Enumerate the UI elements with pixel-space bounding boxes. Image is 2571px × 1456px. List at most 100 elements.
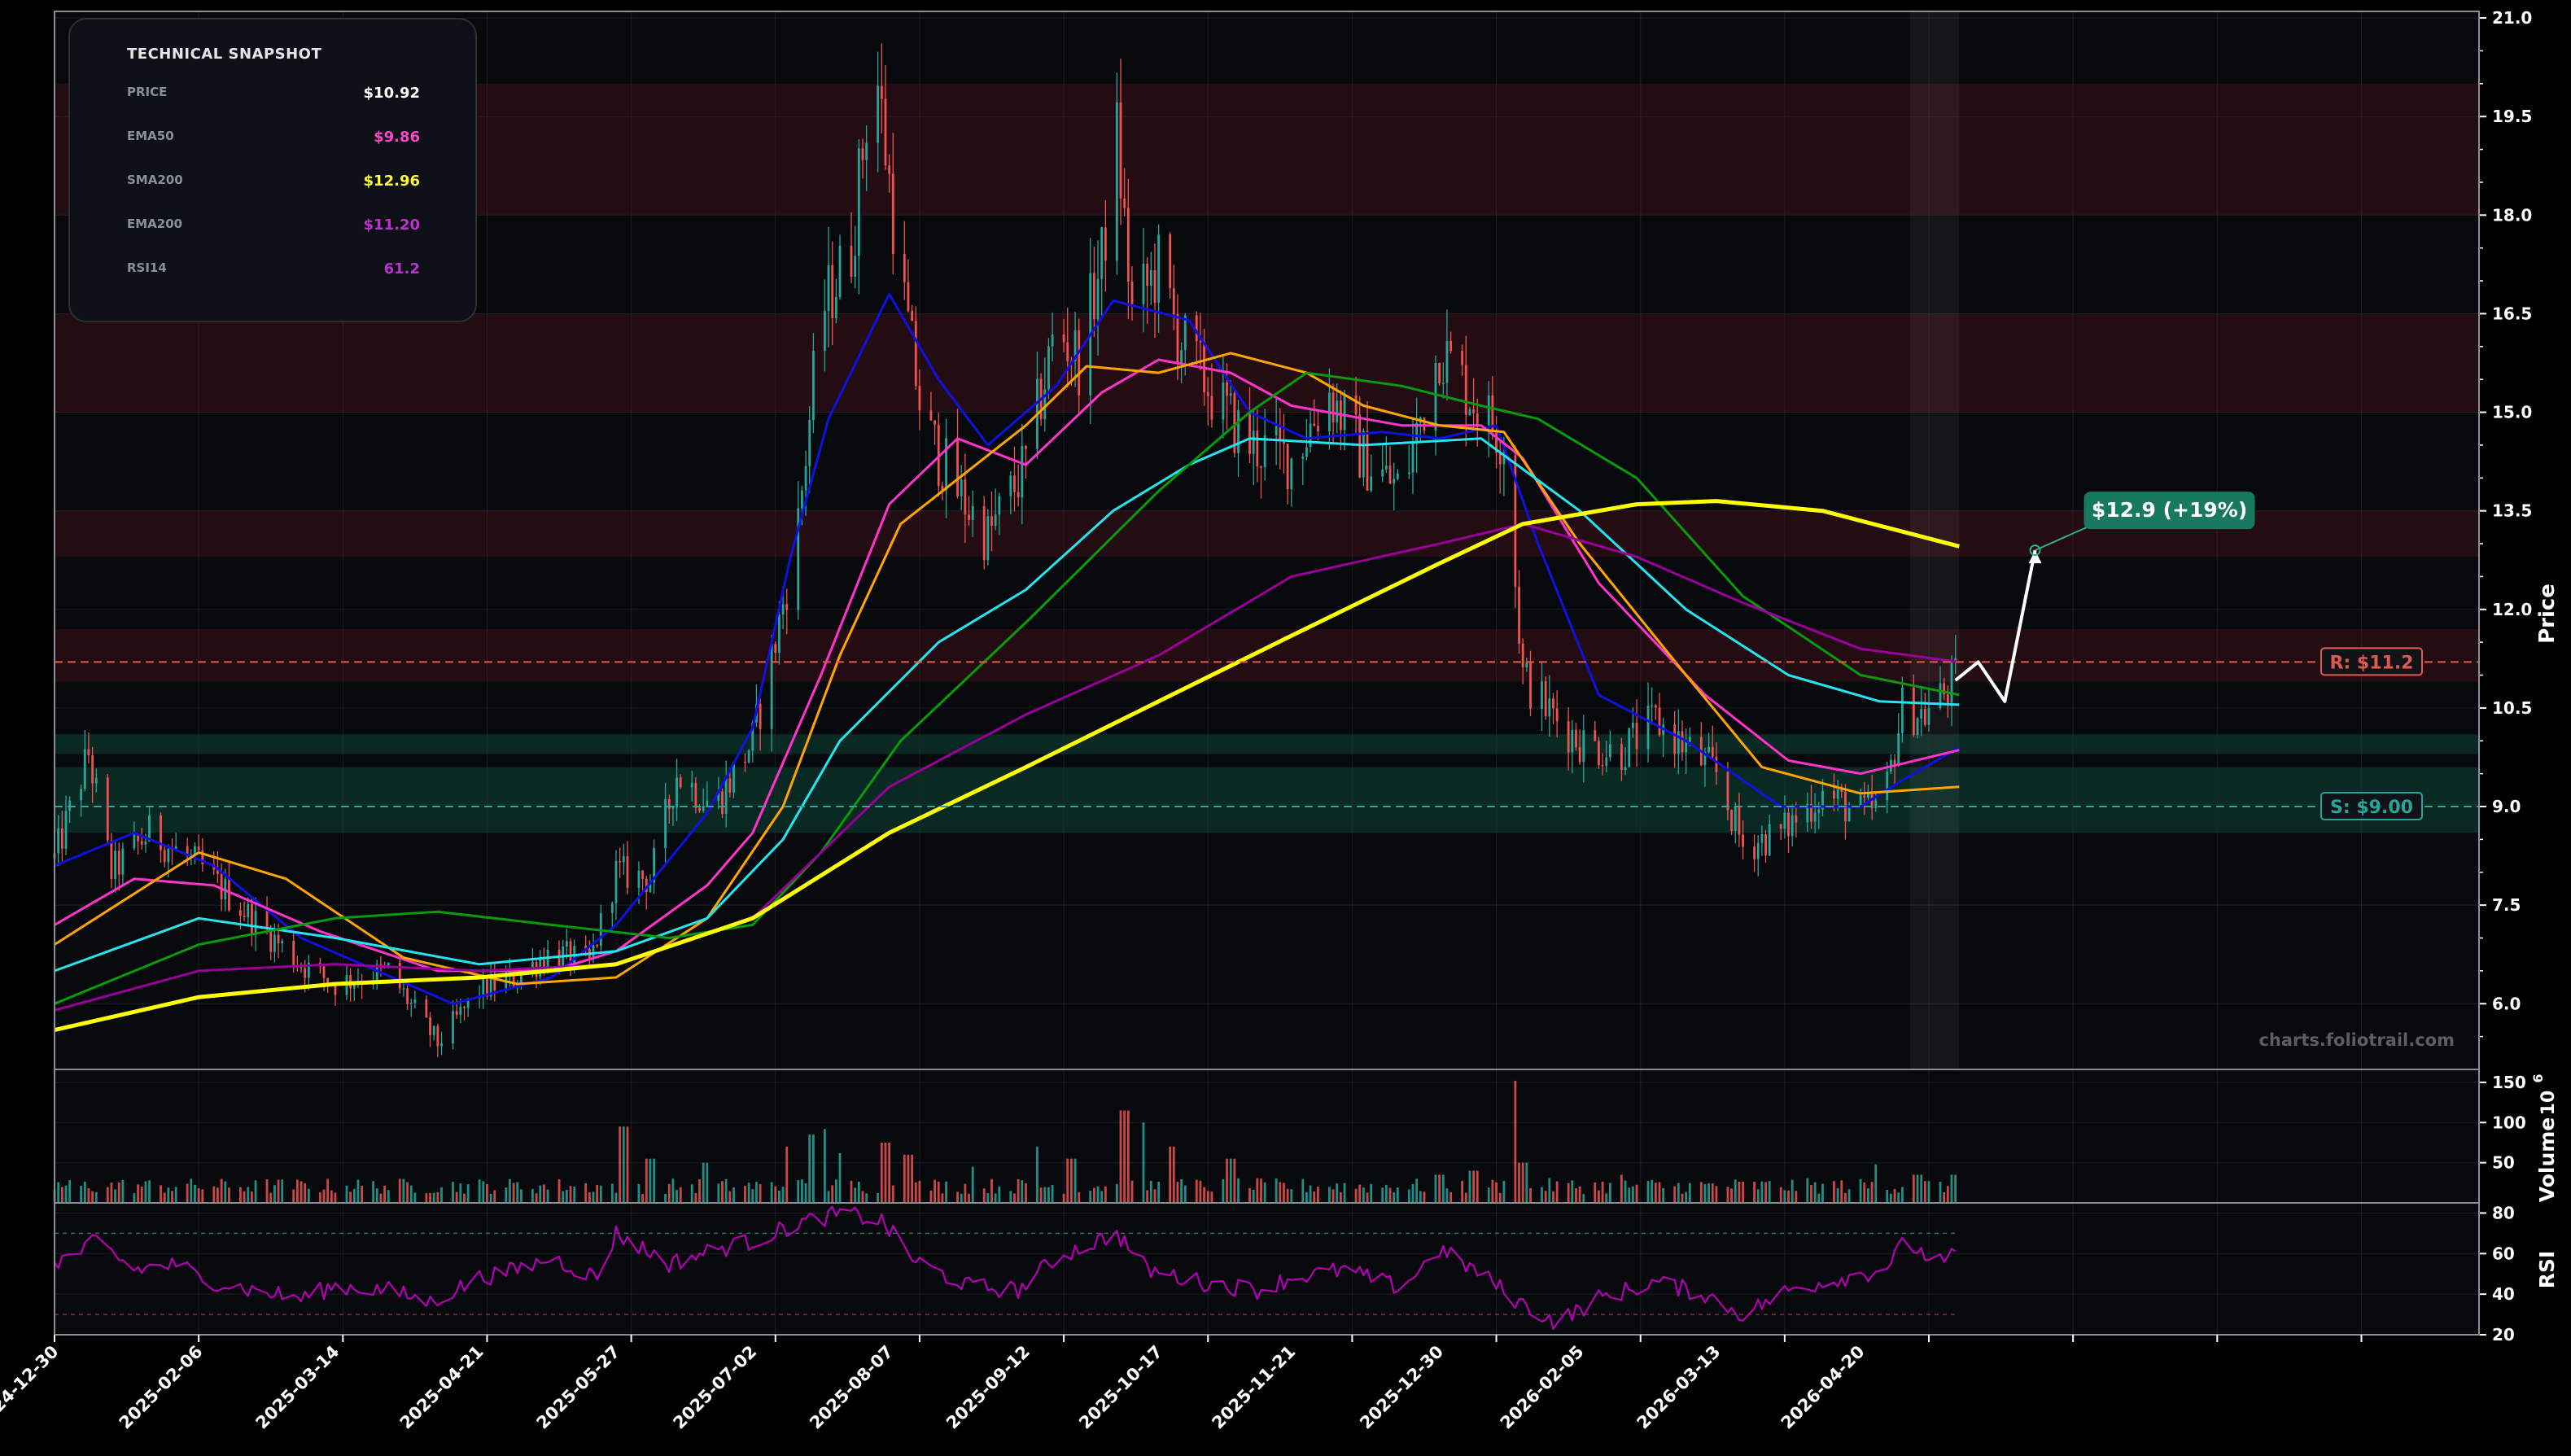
candle-body — [744, 761, 746, 763]
volume-bar — [1195, 1179, 1198, 1203]
candle-body — [1541, 681, 1543, 709]
volume-bar — [1715, 1186, 1718, 1203]
candle-body — [1047, 346, 1050, 390]
volume-bar — [505, 1187, 508, 1203]
volume-bar — [1601, 1181, 1604, 1203]
candle-body — [1631, 722, 1634, 728]
candle-body — [626, 855, 629, 888]
volume-bar — [133, 1193, 136, 1203]
volume-bar — [584, 1183, 588, 1203]
volume-bar — [1089, 1191, 1092, 1203]
candle-body — [1874, 800, 1878, 808]
volume-bar — [1923, 1181, 1926, 1203]
volume-bar — [539, 1185, 542, 1203]
volume-bar — [1336, 1183, 1339, 1203]
candle-body — [911, 311, 914, 321]
candle-body — [1487, 395, 1490, 426]
candle-body — [1529, 662, 1532, 709]
volume-bar — [1237, 1178, 1240, 1203]
candle-body — [918, 386, 921, 411]
volume-bar — [1260, 1178, 1262, 1203]
volume-bar — [1912, 1174, 1915, 1203]
candle-body — [1362, 431, 1365, 478]
support-zone — [55, 767, 2479, 833]
volume-bar — [463, 1193, 466, 1203]
candle-body — [1742, 834, 1744, 847]
volume-bar — [1073, 1158, 1077, 1203]
volume-bar — [679, 1187, 682, 1203]
volume-bar — [1078, 1191, 1081, 1203]
candle-body — [641, 870, 645, 879]
volume-bar — [732, 1187, 735, 1203]
candle-body — [1396, 473, 1399, 479]
volume-bar — [1393, 1192, 1396, 1203]
volume-bar — [1252, 1189, 1255, 1203]
candle-body — [596, 944, 599, 947]
volume-bar — [1438, 1174, 1441, 1203]
candle-body — [934, 420, 936, 425]
volume-bar — [1423, 1191, 1426, 1203]
volume-bar — [160, 1185, 162, 1203]
volume-bar — [413, 1192, 417, 1203]
volume-bar — [466, 1184, 470, 1203]
volume-bar — [186, 1183, 189, 1203]
candle-body — [619, 861, 622, 863]
volume-bar — [1806, 1178, 1809, 1203]
candle-body — [83, 749, 86, 789]
volume-bar — [1411, 1183, 1414, 1203]
volume-bar — [1468, 1170, 1471, 1203]
support-label-text: S: $9.00 — [2330, 798, 2413, 818]
candle-body — [1548, 698, 1551, 717]
price-tick-label: 6.0 — [2492, 994, 2521, 1013]
volume-bar — [87, 1187, 90, 1203]
candle-body — [994, 514, 997, 527]
volume-bar — [1571, 1180, 1574, 1203]
volume-bar — [1149, 1180, 1152, 1203]
volume-bar — [1916, 1174, 1919, 1203]
volume-bar — [994, 1193, 997, 1203]
candle-body — [1594, 730, 1597, 741]
volume-bar — [273, 1185, 276, 1203]
volume-bar — [542, 1184, 545, 1203]
volume-bar — [1279, 1182, 1282, 1203]
candle-body — [144, 841, 147, 845]
candle-body — [1157, 234, 1161, 304]
candle-body — [334, 985, 337, 995]
candle-body — [1309, 423, 1312, 448]
candle-body — [1601, 764, 1604, 767]
candle-body — [1518, 586, 1520, 644]
candle-body — [831, 265, 834, 318]
volume-bar — [1309, 1185, 1312, 1203]
snapshot-label: EMA50 — [127, 129, 174, 143]
volume-bar — [562, 1191, 565, 1203]
candle-body — [1252, 431, 1255, 454]
volume-bar — [455, 1191, 458, 1203]
volume-bar — [827, 1191, 830, 1203]
volume-bar — [702, 1162, 705, 1203]
volume-bar — [721, 1181, 724, 1203]
volume-bar — [1226, 1158, 1228, 1203]
candle-body — [877, 85, 880, 143]
candle-body — [1779, 824, 1782, 829]
candle-body — [1677, 731, 1680, 754]
price-tick-label: 9.0 — [2492, 797, 2521, 816]
volume-bar — [1844, 1192, 1847, 1203]
volume-bar — [478, 1179, 481, 1203]
candle-body — [1434, 363, 1437, 431]
volume-bar — [326, 1178, 330, 1203]
volume-bar — [1104, 1186, 1107, 1203]
volume-bar — [1756, 1189, 1760, 1203]
snapshot-label: PRICE — [127, 85, 168, 99]
candle-body — [60, 828, 63, 849]
candle-body — [1833, 790, 1835, 799]
volume-bar — [934, 1179, 936, 1203]
volume-bar — [1343, 1183, 1346, 1203]
volume-bar — [1779, 1187, 1782, 1203]
volume-bar — [1548, 1178, 1551, 1203]
volume-bar — [1813, 1182, 1817, 1203]
price-tick-label: 19.5 — [2492, 107, 2532, 126]
candle-body — [1764, 834, 1767, 856]
volume-bar — [1703, 1183, 1707, 1203]
volume-bar — [854, 1187, 857, 1203]
candle-body — [1119, 102, 1122, 199]
